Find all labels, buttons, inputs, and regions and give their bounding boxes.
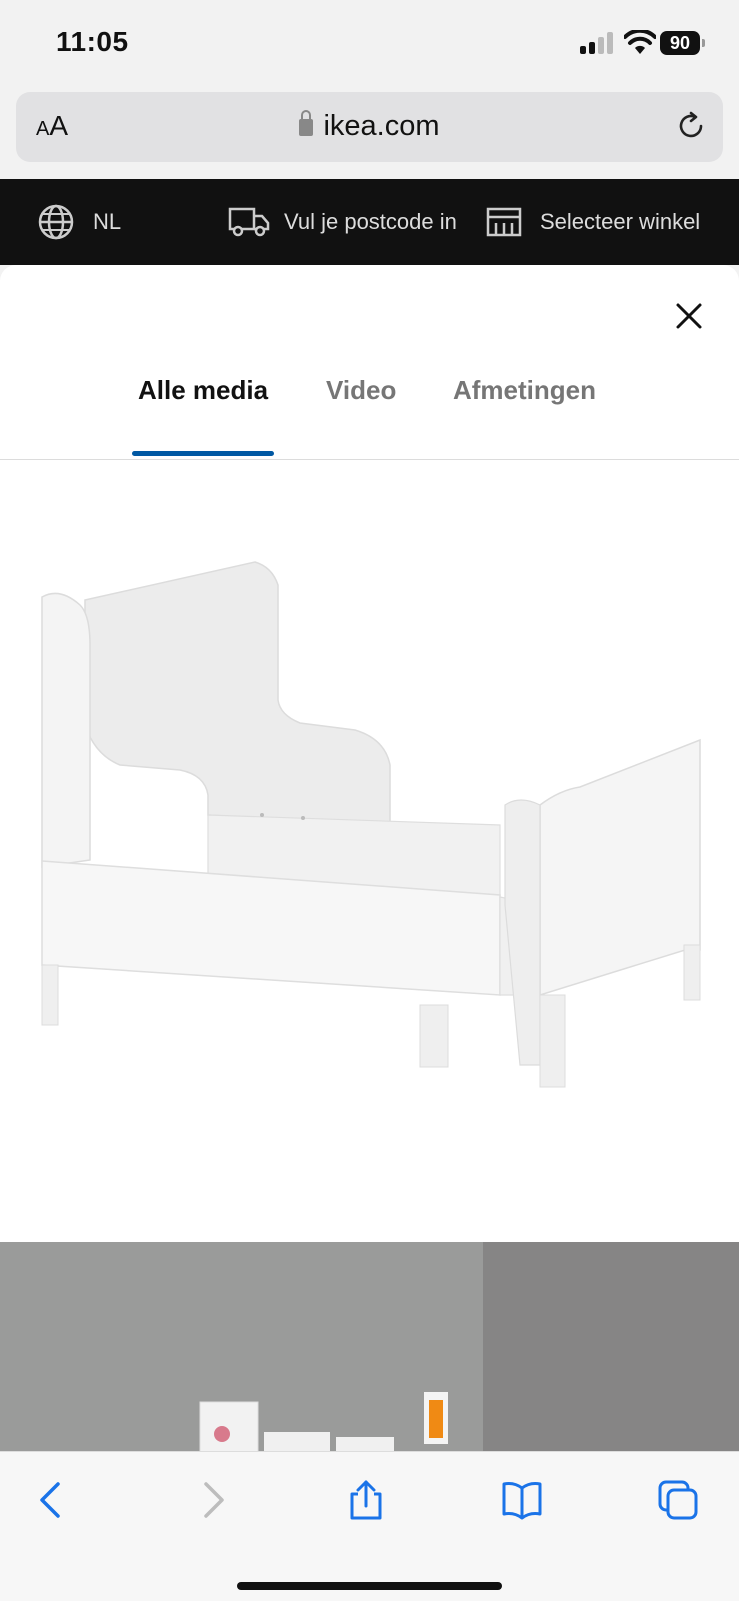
url-field[interactable]: ikea.com: [16, 110, 723, 143]
forward-icon[interactable]: [190, 1478, 234, 1522]
close-icon[interactable]: [672, 299, 706, 333]
wifi-icon: [624, 30, 656, 54]
globe-icon[interactable]: [38, 204, 74, 240]
home-indicator: [237, 1582, 502, 1590]
status-bar: 11:05 90: [0, 0, 739, 88]
signal-icon: [580, 32, 616, 54]
tab-all-media[interactable]: Alle media: [138, 375, 268, 406]
postcode-link[interactable]: Vul je postcode in: [284, 209, 457, 235]
reload-icon[interactable]: [675, 110, 707, 142]
status-time: 11:05: [56, 26, 129, 57]
media-tabs: Alle media Video Afmetingen: [0, 375, 739, 439]
bookmarks-icon[interactable]: [500, 1478, 544, 1522]
store-icon[interactable]: [486, 205, 522, 237]
select-store-link[interactable]: Selecteer winkel: [540, 209, 700, 235]
media-modal: Alle media Video Afmetingen: [0, 265, 739, 1451]
tabs-divider: [0, 459, 739, 460]
tab-video[interactable]: Video: [326, 375, 396, 406]
room-photo[interactable]: [0, 1242, 739, 1451]
lock-icon: [299, 110, 314, 136]
tabs-icon[interactable]: [656, 1478, 700, 1522]
address-bar[interactable]: AA ikea.com: [16, 92, 723, 162]
share-icon[interactable]: [344, 1478, 388, 1522]
active-tab-indicator: [132, 451, 274, 456]
truck-icon[interactable]: [228, 205, 270, 237]
tab-dimensions[interactable]: Afmetingen: [453, 375, 596, 406]
back-icon[interactable]: [30, 1478, 74, 1522]
browser-toolbar: [0, 1451, 739, 1601]
battery-level: 90: [660, 31, 700, 55]
url-text: ikea.com: [323, 110, 440, 142]
battery-icon: 90: [660, 31, 706, 55]
ikea-top-bar: NL Vul je postcode in Selecteer winkel: [0, 179, 739, 265]
language-selector[interactable]: NL: [93, 209, 121, 235]
